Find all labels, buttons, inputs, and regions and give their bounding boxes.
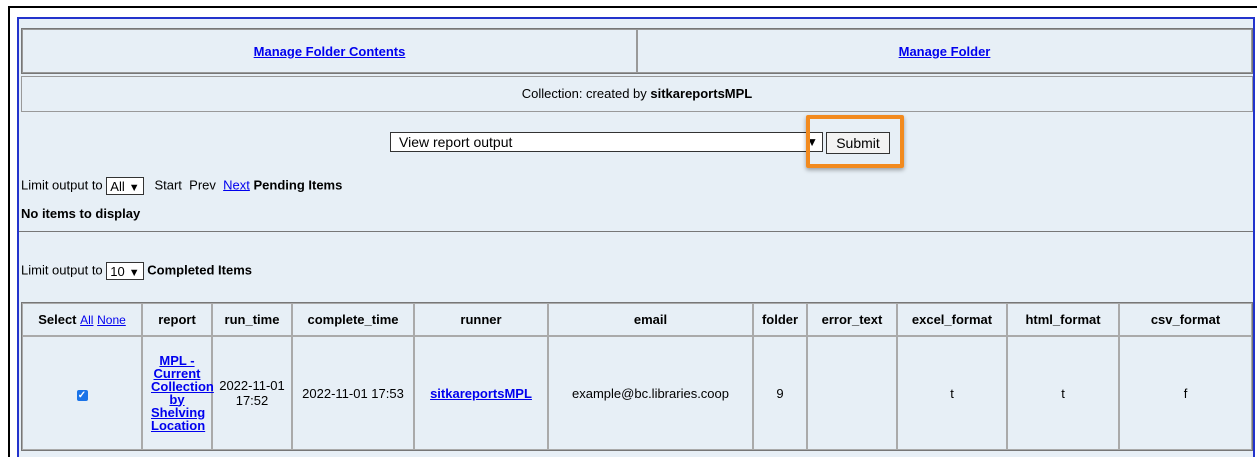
chevron-down-icon: ▼ <box>128 267 140 279</box>
completed-limit-label: Limit output to <box>21 262 103 278</box>
table-row: ✓ MPL - Current Collection by Shelving L… <box>22 336 1252 450</box>
row-checkbox[interactable]: ✓ <box>76 389 88 401</box>
col-complete-time: complete_time <box>292 303 414 336</box>
action-select[interactable]: View report output ▼ <box>390 132 823 152</box>
pending-start: Start <box>154 177 182 193</box>
row-email: example@bc.libraries.coop <box>548 336 753 450</box>
folder-nav: Manage Folder Contents Manage Folder <box>21 28 1253 74</box>
col-email: email <box>548 303 753 336</box>
manage-folder-contents-link[interactable]: Manage Folder Contents <box>254 44 406 59</box>
row-report-cell: MPL - Current Collection by Shelving Loc… <box>142 336 214 450</box>
table-header-row: Select All None report run_time complete… <box>22 303 1252 336</box>
nav-cell-contents: Manage Folder Contents <box>22 29 637 73</box>
col-select: Select All None <box>22 303 142 336</box>
action-select-value: View report output <box>399 134 513 150</box>
col-report: report <box>142 303 212 336</box>
submit-button[interactable]: Submit <box>826 132 890 154</box>
runner-link[interactable]: sitkareportsMPL <box>430 386 532 401</box>
row-select-cell: ✓ <box>22 336 142 450</box>
col-csv-format: csv_format <box>1119 303 1252 336</box>
row-run-time: 2022-11-01 17:52 <box>212 336 292 450</box>
row-csv-format: f <box>1119 336 1252 450</box>
row-complete-time: 2022-11-01 17:53 <box>292 336 414 450</box>
completed-limit-select[interactable]: 10 ▼ <box>106 262 144 280</box>
manage-folder-link[interactable]: Manage Folder <box>899 44 991 59</box>
collection-header: Collection: created by sitkareportsMPL <box>21 76 1253 112</box>
chevron-down-icon: ▼ <box>128 182 140 194</box>
completed-items-table: Select All None report run_time complete… <box>21 302 1253 451</box>
collection-owner: sitkareportsMPL <box>650 86 753 101</box>
select-all-link[interactable]: All <box>80 313 93 327</box>
completed-title: Completed Items <box>147 262 253 278</box>
col-run-time: run_time <box>212 303 292 336</box>
folder-panel: Manage Folder Contents Manage Folder Col… <box>17 17 1255 457</box>
pending-title: Pending Items <box>253 177 343 193</box>
col-error-text: error_text <box>807 303 897 336</box>
row-runner-cell: sitkareportsMPL <box>414 336 548 450</box>
row-error-text <box>807 336 897 450</box>
row-excel-format: t <box>897 336 1007 450</box>
pending-prev: Prev <box>189 177 216 193</box>
pending-limit-label: Limit output to <box>21 177 103 193</box>
report-link[interactable]: MPL - Current Collection by Shelving Loc… <box>151 354 214 432</box>
col-html-format: html_format <box>1007 303 1119 336</box>
nav-cell-folder: Manage Folder <box>637 29 1252 73</box>
row-folder: 9 <box>753 336 807 450</box>
pending-limit-select[interactable]: All ▼ <box>106 177 144 195</box>
completed-controls: Limit output to 10 ▼ Completed Items <box>21 262 252 280</box>
pending-next-link[interactable]: Next <box>223 177 250 192</box>
col-runner: runner <box>414 303 548 336</box>
row-html-format: t <box>1007 336 1119 450</box>
section-divider <box>19 231 1253 232</box>
col-folder: folder <box>753 303 807 336</box>
pending-empty-message: No items to display <box>21 206 141 221</box>
col-excel-format: excel_format <box>897 303 1007 336</box>
select-none-link[interactable]: None <box>97 313 126 327</box>
pending-controls: Limit output to All ▼ Start Prev Next Pen… <box>21 177 342 195</box>
collection-prefix: Collection: created by <box>521 86 651 101</box>
